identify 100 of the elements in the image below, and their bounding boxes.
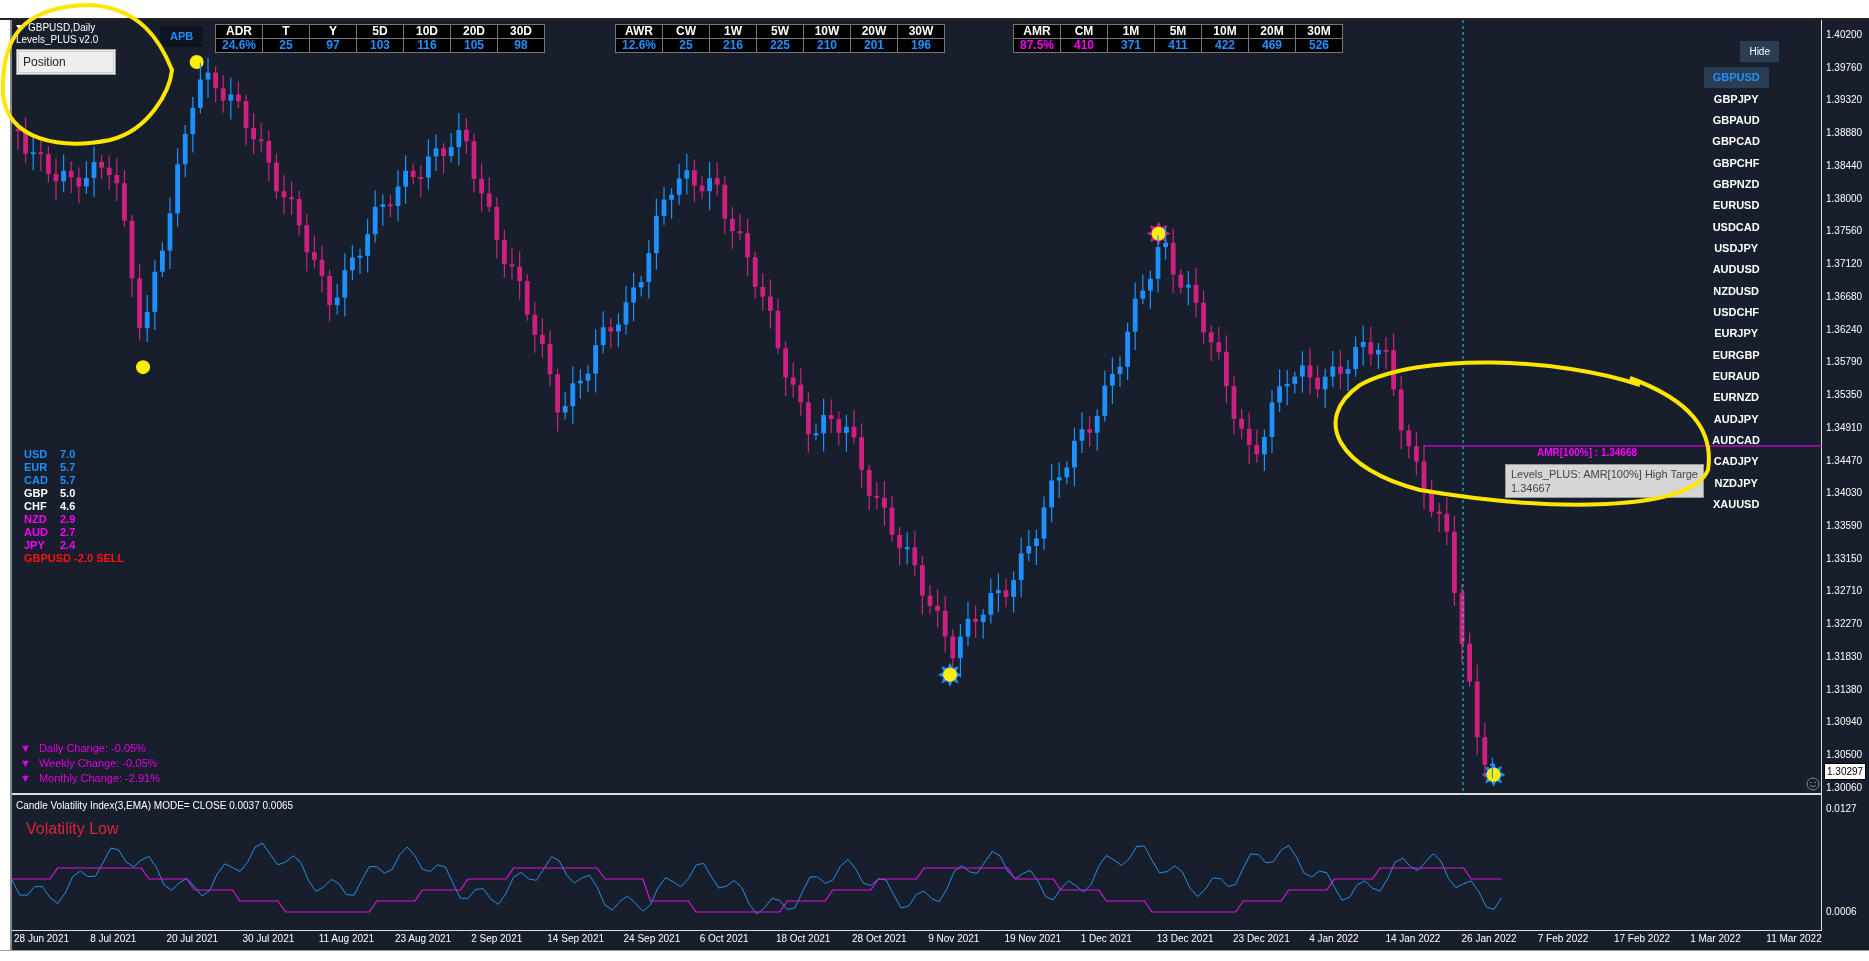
- date-label: 6 Oct 2021: [699, 932, 750, 946]
- price-tick-label: 1.36240: [1826, 322, 1864, 337]
- symbol-button[interactable]: EURNZD: [1704, 387, 1769, 409]
- symbol-button[interactable]: NZDJPY: [1705, 472, 1767, 494]
- strength-value: 5.7: [60, 474, 76, 487]
- date-label: 17 Feb 2022: [1613, 932, 1672, 946]
- symbol-button[interactable]: EURJPY: [1705, 323, 1768, 345]
- price-tick-label: 1.38000: [1826, 191, 1864, 206]
- table-header-cell: 10M: [1202, 25, 1248, 38]
- table-cell: 422: [1202, 39, 1248, 52]
- symbol-button[interactable]: AUDJPY: [1704, 408, 1768, 430]
- table-header-cell: 1W: [710, 25, 756, 38]
- symbol-button[interactable]: EURAUD: [1703, 365, 1769, 388]
- symbol-button[interactable]: EURUSD: [1703, 195, 1769, 217]
- price-tick-label: 1.31830: [1826, 649, 1864, 664]
- table-cell: 25: [663, 39, 709, 52]
- price-tick-label: 1.38880: [1826, 126, 1864, 141]
- price-tick-label: 1.32710: [1826, 584, 1864, 599]
- symbol-button[interactable]: GBPAUD: [1703, 109, 1769, 132]
- table-cell: 201: [851, 39, 897, 52]
- date-label: 11 Mar 2022: [1766, 932, 1823, 946]
- change-text: Monthly Change: -2.91%: [38, 771, 160, 786]
- symbol-button[interactable]: AUDUSD: [1703, 259, 1769, 281]
- strength-value: 5.0: [60, 487, 76, 500]
- symbol-button[interactable]: GBPJPY: [1704, 88, 1768, 110]
- volatility-status: Volatility Low: [26, 819, 119, 839]
- tooltip-text: 1.34667: [1511, 481, 1552, 495]
- date-label: 11 Aug 2021: [318, 932, 376, 946]
- symbol-button[interactable]: NZDUSD: [1704, 280, 1769, 302]
- price-tick-label: 1.30940: [1826, 715, 1864, 730]
- currency-label: EUR: [24, 461, 49, 474]
- indicator-tick-label: 0.0127: [1826, 802, 1858, 816]
- hide-button[interactable]: Hide: [1740, 41, 1779, 62]
- currency-label: GBP: [24, 487, 49, 500]
- table-header-cell: AWR: [616, 25, 662, 38]
- date-label: 8 Jul 2021: [90, 932, 138, 946]
- price-tick-label: 1.37120: [1826, 257, 1864, 272]
- strength-value: 5.7: [60, 461, 76, 474]
- table-header-cell: 30D: [498, 25, 544, 38]
- price-tick-label: 1.30500: [1826, 748, 1864, 763]
- date-label: 23 Dec 2021: [1233, 932, 1291, 946]
- signal-text: GBPUSD -2.0 SELL: [24, 552, 125, 565]
- table-cell: 24.6%: [216, 39, 262, 52]
- table-header-cell: 5W: [757, 25, 803, 38]
- table-cell: 103: [357, 39, 403, 52]
- price-tick-label: 1.34910: [1826, 420, 1864, 435]
- currency-label: USD: [24, 448, 49, 461]
- table-cell: 196: [898, 39, 944, 52]
- price-tick-label: 1.40200: [1826, 28, 1864, 42]
- table-cell: 411: [1155, 39, 1201, 52]
- table-header-cell: Y: [310, 25, 356, 38]
- table-cell: 116: [404, 39, 450, 52]
- symbol-button[interactable]: GBPCHF: [1703, 152, 1769, 174]
- level-label: AMR[100%] : 1.34668: [1537, 446, 1638, 460]
- date-label: 9 Nov 2021: [928, 932, 981, 946]
- symbol-button[interactable]: USDCAD: [1703, 216, 1769, 238]
- symbol-button[interactable]: XAUUSD: [1703, 493, 1769, 516]
- symbol-button[interactable]: GBPCAD: [1703, 131, 1769, 153]
- table-cell: 210: [804, 39, 850, 52]
- symbol-button[interactable]: CADJPY: [1704, 451, 1768, 473]
- table-header-cell: 20W: [851, 25, 897, 38]
- currency-label: JPY: [24, 539, 46, 552]
- date-label: 18 Oct 2021: [775, 932, 832, 946]
- table-header-cell: CW: [663, 25, 709, 38]
- price-tick-label: 1.39320: [1826, 93, 1864, 108]
- table-header-cell: 20D: [451, 25, 497, 38]
- table-header-cell: 30M: [1296, 25, 1342, 38]
- table-header-cell: 10D: [404, 25, 450, 38]
- table-cell: 87.5%: [1014, 39, 1060, 52]
- table-cell: 410: [1061, 39, 1107, 52]
- price-tick-label: 1.34470: [1826, 453, 1864, 468]
- date-label: 1 Mar 2022: [1690, 932, 1742, 946]
- symbol-button[interactable]: EURGBP: [1703, 344, 1769, 366]
- price-tick-label: 1.35350: [1826, 388, 1864, 403]
- currency-label: CHF: [24, 500, 48, 513]
- table-header-cell: T: [263, 25, 309, 38]
- price-tick-label: 1.31380: [1826, 682, 1864, 697]
- date-label: 20 Jul 2021: [166, 932, 220, 946]
- table-header-cell: 30W: [898, 25, 944, 38]
- strength-value: 2.7: [60, 526, 76, 539]
- price-tick-label: 1.37560: [1826, 224, 1864, 239]
- date-label: 13 Dec 2021: [1156, 932, 1215, 946]
- symbol-button[interactable]: USDJPY: [1705, 237, 1768, 260]
- down-triangle-icon: ▼: [20, 756, 31, 771]
- table-cell: 469: [1249, 39, 1295, 52]
- date-label: 14 Sep 2021: [547, 932, 606, 946]
- symbol-button[interactable]: GBPNZD: [1703, 173, 1769, 196]
- strength-value: 2.4: [60, 539, 76, 552]
- date-label: 19 Nov 2021: [1004, 932, 1063, 946]
- table-cell: 98: [498, 39, 544, 52]
- apb-label: APB: [160, 26, 204, 47]
- price-tick-label: 1.34030: [1826, 486, 1864, 501]
- date-label: 28 Oct 2021: [852, 932, 908, 946]
- price-tick-label: 1.33590: [1826, 519, 1864, 533]
- symbol-button[interactable]: AUDCAD: [1703, 429, 1769, 452]
- symbol-button[interactable]: USDCHF: [1704, 301, 1769, 324]
- currency-label: CAD: [24, 474, 49, 487]
- tooltip-text: Levels_PLUS: AMR[100%] High Targe: [1511, 467, 1698, 481]
- position-button[interactable]: Position: [16, 49, 116, 75]
- table-cell: 97: [310, 39, 356, 52]
